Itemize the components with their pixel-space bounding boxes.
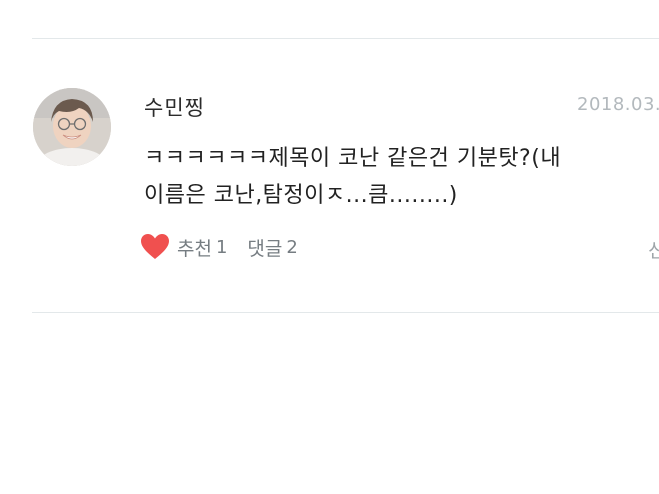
bottom-divider (32, 312, 659, 313)
like-count: 1 (215, 236, 228, 258)
avatar[interactable] (33, 88, 111, 166)
comment-text-line-1: ㅋㅋㅋㅋㅋㅋ제목이 코난 같은건 기분탓?(내 (144, 146, 562, 171)
comment-username[interactable]: 수민찡 (144, 92, 205, 122)
reply-count: 2 (286, 236, 298, 258)
comment-text: ㅋㅋㅋㅋㅋㅋ제목이 코난 같은건 기분탓?(내 이름은 코난,탐정이ㅈ...큼.… (144, 140, 644, 214)
comment-timestamp: 2018.03. (577, 94, 659, 115)
like-button[interactable]: 추천 (177, 234, 212, 261)
comment-text-line-2: 이름은 코난,탐정이ㅈ...큼........) (144, 183, 458, 208)
heart-icon[interactable] (140, 233, 170, 261)
reply-button[interactable]: 댓글 (247, 234, 282, 261)
report-button[interactable]: 신 (648, 236, 659, 263)
comment-actions: 추천 1 댓글 2 (140, 232, 298, 262)
top-divider (32, 38, 659, 39)
